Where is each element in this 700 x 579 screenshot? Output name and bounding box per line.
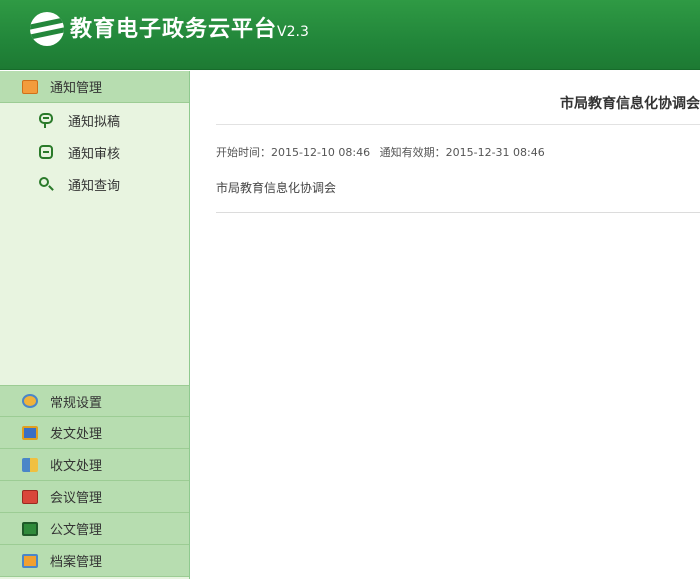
sidebar-item-notice-draft[interactable]: 通知拟稿 [0, 104, 189, 136]
app-version: V2.3 [277, 24, 309, 40]
sidebar-section-meeting[interactable]: 会议管理 [0, 481, 189, 513]
meeting-icon [22, 489, 38, 504]
sidebar-section-incoming[interactable]: 收文处理 [0, 449, 189, 481]
globe-logo-icon [30, 12, 64, 46]
title-divider [216, 124, 700, 125]
app-title-text: 教育电子政务云平台 [70, 17, 278, 42]
sidebar-item-label: 通知查询 [68, 178, 121, 194]
sidebar-item-notice-review[interactable]: 通知审核 [0, 136, 189, 168]
start-time-label: 开始时间： [216, 146, 271, 159]
sidebar-section-label: 发文处理 [50, 427, 103, 442]
sidebar-section-label: 公文管理 [50, 523, 103, 538]
app-header: 教育电子政务云平台V2.3 [0, 0, 700, 70]
official-doc-icon [22, 521, 38, 536]
app-title: 教育电子政务云平台V2.3 [70, 11, 309, 43]
valid-until-value: 2015-12-31 08:46 [445, 146, 545, 159]
archive-icon [22, 553, 38, 568]
notice-meta: 开始时间：2015-12-10 08:46 通知有效期：2015-12-31 0… [216, 144, 545, 160]
search-icon [38, 176, 54, 192]
draft-bubble-icon [38, 112, 54, 128]
outgoing-doc-icon [22, 425, 38, 440]
sidebar-item-label: 通知审核 [68, 146, 121, 162]
notice-body: 市局教育信息化协调会 [216, 181, 337, 195]
body-divider [216, 212, 700, 213]
sidebar-section-label: 收文处理 [50, 459, 103, 474]
valid-until-label: 通知有效期： [379, 146, 446, 159]
notice-manage-icon [22, 79, 38, 94]
settings-icon [22, 394, 38, 408]
sidebar-section-official-doc[interactable]: 公文管理 [0, 513, 189, 545]
start-time-value: 2015-12-10 08:46 [271, 146, 371, 159]
incoming-doc-icon [22, 457, 38, 472]
sidebar-item-notice-query[interactable]: 通知查询 [0, 168, 189, 200]
main-content: 市局教育信息化协调会 开始时间：2015-12-10 08:46 通知有效期：2… [190, 71, 700, 579]
sidebar-section-archive[interactable]: 档案管理 [0, 545, 189, 577]
sidebar-section-label: 会议管理 [50, 491, 103, 506]
review-box-icon [38, 144, 54, 160]
sidebar-section-label: 档案管理 [50, 555, 103, 570]
sidebar-section-outgoing[interactable]: 发文处理 [0, 417, 189, 449]
sidebar: 通知管理 通知拟稿 通知审核 通知查询 常规设置 发文处理 收文处理 会议管理 [0, 71, 190, 579]
sidebar-item-label: 通知拟稿 [68, 114, 121, 130]
notice-title: 市局教育信息化协调会 [560, 96, 700, 112]
sidebar-section-settings[interactable]: 常规设置 [0, 385, 189, 417]
sidebar-section-label: 通知管理 [50, 81, 103, 96]
sidebar-section-notice-manage[interactable]: 通知管理 [0, 71, 189, 103]
sidebar-section-label: 常规设置 [50, 395, 103, 411]
